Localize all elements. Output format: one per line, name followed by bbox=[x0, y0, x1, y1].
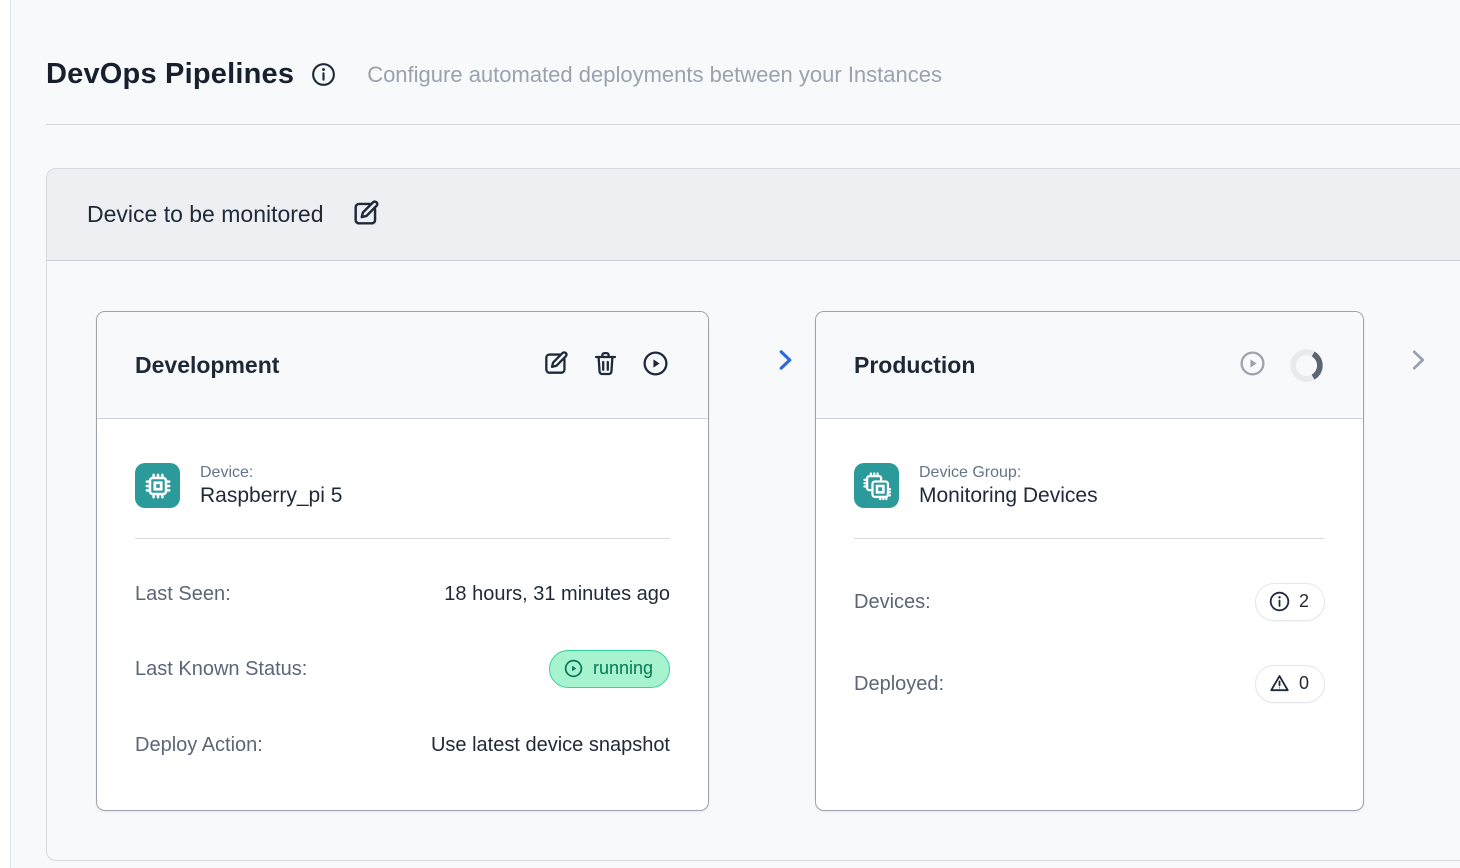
production-instance-card: Production bbox=[815, 311, 1364, 811]
last-seen-value: 18 hours, 31 minutes ago bbox=[444, 583, 670, 606]
trash-icon bbox=[591, 349, 620, 381]
last-known-status-label: Last Known Status: bbox=[135, 658, 307, 681]
devices-count-badge[interactable]: 2 bbox=[1255, 583, 1325, 621]
deployed-label: Deployed: bbox=[854, 673, 944, 696]
status-badge: running bbox=[549, 650, 670, 688]
development-card-title: Development bbox=[135, 352, 279, 379]
run-pipeline-button[interactable] bbox=[641, 349, 670, 381]
device-label: Device: bbox=[200, 464, 342, 482]
devices-row: Devices: 2 bbox=[854, 583, 1325, 621]
edit-icon bbox=[350, 198, 381, 232]
play-circle-icon bbox=[1238, 349, 1267, 381]
device-meta: Device: Raspberry_pi 5 bbox=[200, 464, 342, 508]
chip-stack-icon bbox=[854, 463, 899, 508]
warning-triangle-icon bbox=[1268, 672, 1291, 695]
last-seen-label: Last Seen: bbox=[135, 583, 231, 606]
development-card-header: Development bbox=[97, 312, 708, 419]
development-instance-card: Development bbox=[96, 311, 709, 811]
info-icon[interactable] bbox=[310, 61, 337, 88]
info-circle-icon bbox=[1268, 590, 1291, 613]
page-header: DevOps Pipelines Configure automated dep… bbox=[46, 58, 942, 91]
device-group-row: Device Group: Monitoring Devices bbox=[854, 463, 1325, 508]
delete-instance-button[interactable] bbox=[591, 349, 620, 381]
device-row: Device: Raspberry_pi 5 bbox=[135, 463, 670, 508]
edit-icon bbox=[541, 349, 570, 381]
pipeline-panel: Device to be monitored Development bbox=[46, 168, 1460, 861]
development-card-body: Device: Raspberry_pi 5 Last Seen: 18 hou… bbox=[97, 419, 708, 810]
development-card-actions bbox=[541, 349, 670, 381]
header-divider bbox=[46, 124, 1460, 125]
pipeline-panel-body: Development bbox=[47, 261, 1460, 861]
device-group-label: Device Group: bbox=[919, 464, 1098, 482]
edit-instance-button[interactable] bbox=[541, 349, 570, 381]
production-card-actions bbox=[1238, 347, 1325, 384]
play-circle-icon bbox=[641, 349, 670, 381]
card-divider bbox=[854, 538, 1325, 539]
pipeline-title: Device to be monitored bbox=[87, 201, 324, 228]
status-badge-label: running bbox=[593, 658, 653, 679]
run-pipeline-button-disabled[interactable] bbox=[1238, 349, 1267, 381]
next-stage-chevron[interactable] bbox=[1403, 345, 1433, 378]
production-card-header: Production bbox=[816, 312, 1363, 419]
device-name: Raspberry_pi 5 bbox=[200, 484, 342, 508]
page-subtitle: Configure automated deployments between … bbox=[367, 62, 942, 88]
production-card-title: Production bbox=[854, 352, 975, 379]
last-seen-row: Last Seen: 18 hours, 31 minutes ago bbox=[135, 583, 670, 606]
production-card-body: Device Group: Monitoring Devices Devices… bbox=[816, 419, 1363, 810]
deploy-action-label: Deploy Action: bbox=[135, 734, 263, 757]
deployed-count-badge[interactable]: 0 bbox=[1255, 665, 1325, 703]
chevron-right-icon bbox=[770, 345, 800, 378]
deployed-count: 0 bbox=[1299, 673, 1309, 694]
edit-pipeline-button[interactable] bbox=[350, 198, 381, 232]
card-divider bbox=[135, 538, 670, 539]
play-circle-icon bbox=[563, 658, 584, 679]
device-group-name: Monitoring Devices bbox=[919, 484, 1098, 508]
deploy-action-value: Use latest device snapshot bbox=[431, 734, 670, 757]
deploy-action-row: Deploy Action: Use latest device snapsho… bbox=[135, 734, 670, 757]
page-title: DevOps Pipelines bbox=[46, 58, 294, 91]
chevron-right-icon bbox=[1403, 345, 1433, 378]
pipeline-panel-header: Device to be monitored bbox=[47, 169, 1460, 261]
chip-icon bbox=[135, 463, 180, 508]
device-group-meta: Device Group: Monitoring Devices bbox=[919, 464, 1098, 508]
devops-pipelines-page: DevOps Pipelines Configure automated dep… bbox=[10, 0, 1460, 868]
devices-label: Devices: bbox=[854, 591, 931, 614]
deployed-row: Deployed: 0 bbox=[854, 665, 1325, 703]
pipeline-flow-chevron[interactable] bbox=[770, 345, 800, 378]
last-known-status-row: Last Known Status: running bbox=[135, 650, 670, 688]
devices-count: 2 bbox=[1299, 591, 1309, 612]
loading-spinner-icon bbox=[1288, 347, 1325, 384]
